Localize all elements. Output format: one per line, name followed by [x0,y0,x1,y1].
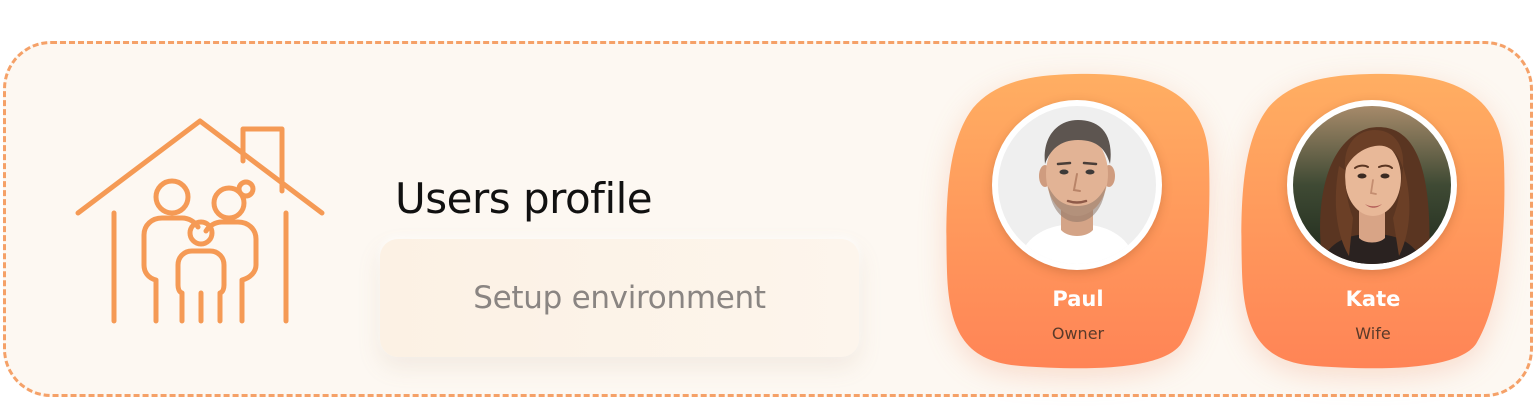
family-house-icon [75,118,325,324]
setup-environment-label: Setup environment [473,280,766,316]
user-role: Owner [1051,324,1105,343]
avatar [1293,106,1451,264]
user-role: Wife [1355,324,1391,343]
user-card-kate[interactable]: Kate Wife [1240,72,1506,372]
avatar [998,106,1156,264]
user-name: Paul [1052,287,1104,311]
page-title: Users profile [395,174,653,224]
user-card-paul[interactable]: Paul Owner [945,72,1211,372]
user-name: Kate [1345,287,1401,311]
avatar-ring [992,100,1162,270]
setup-environment-button[interactable]: Setup environment [380,239,859,357]
avatar-ring [1287,100,1457,270]
